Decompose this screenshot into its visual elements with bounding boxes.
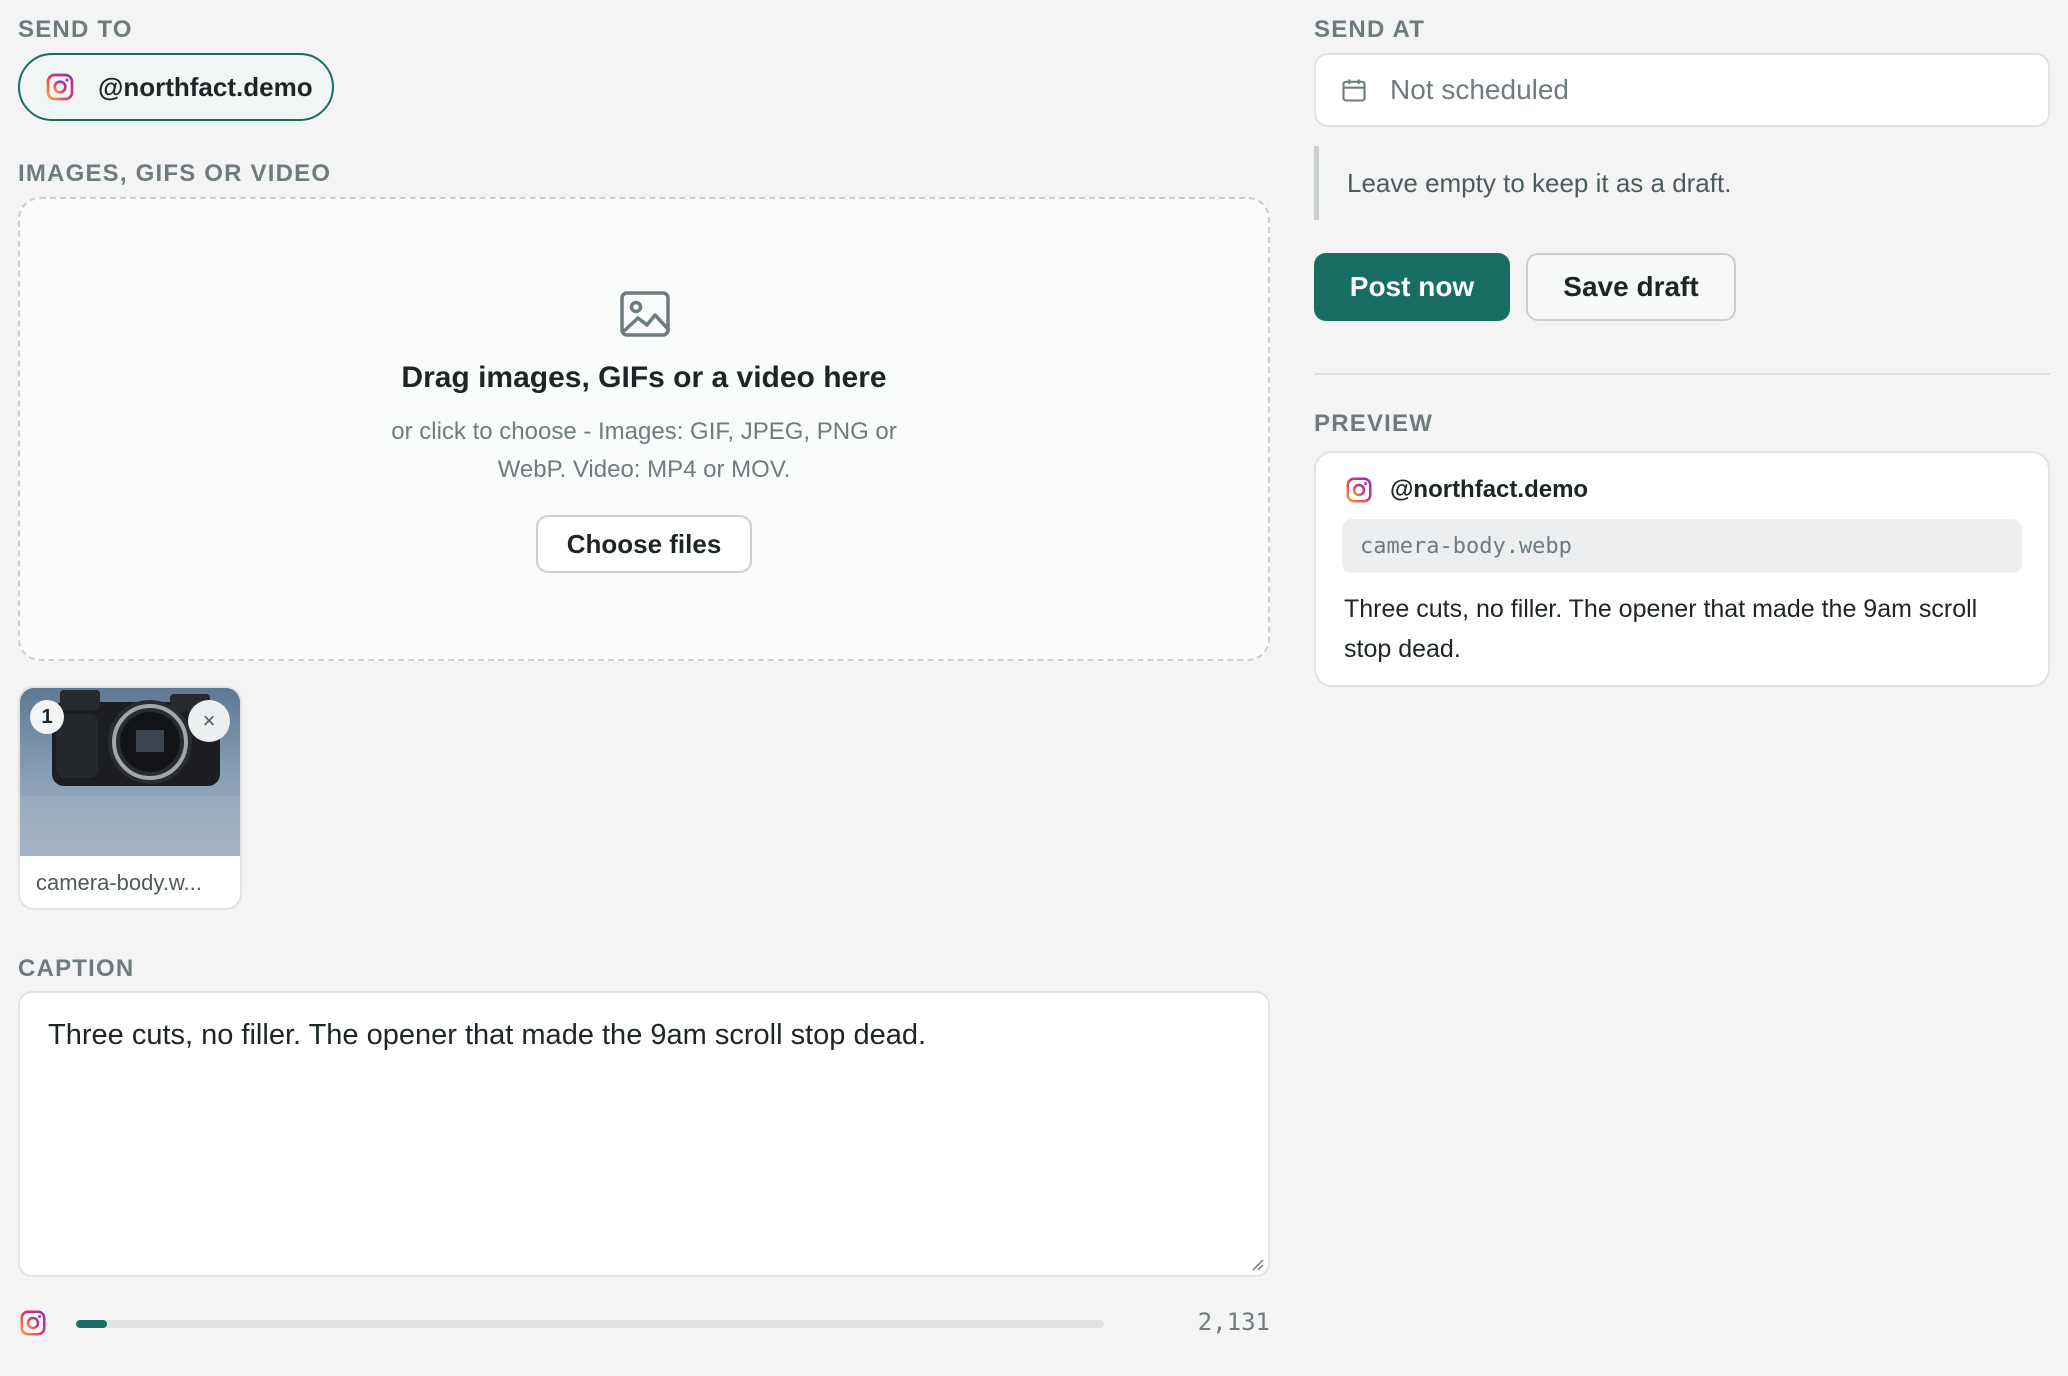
media-label: IMAGES, GIFS OR VIDEO	[18, 160, 332, 187]
send-to-label: SEND TO	[18, 16, 133, 43]
remove-media-button[interactable]: ×	[188, 700, 230, 742]
caption-length-progress	[76, 1320, 1104, 1328]
divider	[1314, 373, 2050, 375]
dropzone-hint: or click to choose - Images: GIF, JPEG, …	[20, 413, 1268, 489]
caption-textarea[interactable]: Three cuts, no filler. The opener that m…	[18, 991, 1270, 1277]
preview-account: @northfact.demo	[1390, 476, 1589, 503]
account-chip-label: @northfact.demo	[98, 71, 313, 102]
media-dropzone[interactable]: Drag images, GIFs or a video here or cli…	[18, 197, 1270, 661]
schedule-datetime-input[interactable]: Not scheduled	[1314, 53, 2050, 127]
choose-files-button[interactable]: Choose files	[536, 515, 752, 573]
characters-remaining: 2,131	[1197, 1308, 1270, 1336]
dropzone-hint-line1: or click to choose - Images: GIF, JPEG, …	[391, 418, 897, 445]
dropzone-hint-line2: WebP. Video: MP4 or MOV.	[497, 456, 791, 483]
post-now-button[interactable]: Post now	[1314, 253, 1510, 321]
caption-limit-row: 2,131	[18, 1308, 1270, 1340]
preview-media-file: camera-body.webp	[1342, 519, 2022, 573]
instagram-icon	[46, 73, 74, 101]
media-filename: camera-body.w...	[36, 870, 202, 895]
instagram-icon	[1346, 477, 1372, 503]
caption-text: Three cuts, no filler. The opener that m…	[48, 1019, 927, 1051]
media-thumbnail[interactable]: 1 × camera-body.w...	[18, 686, 242, 910]
preview-caption: Three cuts, no filler. The opener that m…	[1344, 595, 1978, 663]
preview-header: @northfact.demo	[1344, 475, 1588, 505]
instagram-icon	[20, 1310, 46, 1336]
account-chip-northfact[interactable]: @northfact.demo	[18, 53, 334, 121]
dropzone-title: Drag images, GIFs or a video here	[401, 361, 887, 394]
image-icon	[620, 291, 670, 337]
calendar-icon	[1342, 79, 1366, 102]
caption-label: CAPTION	[18, 955, 135, 982]
send-at-label: SEND AT	[1314, 16, 1426, 43]
save-draft-button[interactable]: Save draft	[1526, 253, 1736, 321]
post-preview-card: @northfact.demo camera-body.webp Three c…	[1314, 451, 2050, 687]
media-order-badge: 1	[30, 700, 64, 734]
caption-length-progress-fill	[76, 1320, 107, 1328]
schedule-hint: Leave empty to keep it as a draft.	[1314, 146, 1914, 220]
preview-label: PREVIEW	[1314, 410, 1434, 437]
resize-handle-icon[interactable]	[1248, 1255, 1264, 1271]
schedule-placeholder: Not scheduled	[1390, 74, 1570, 105]
